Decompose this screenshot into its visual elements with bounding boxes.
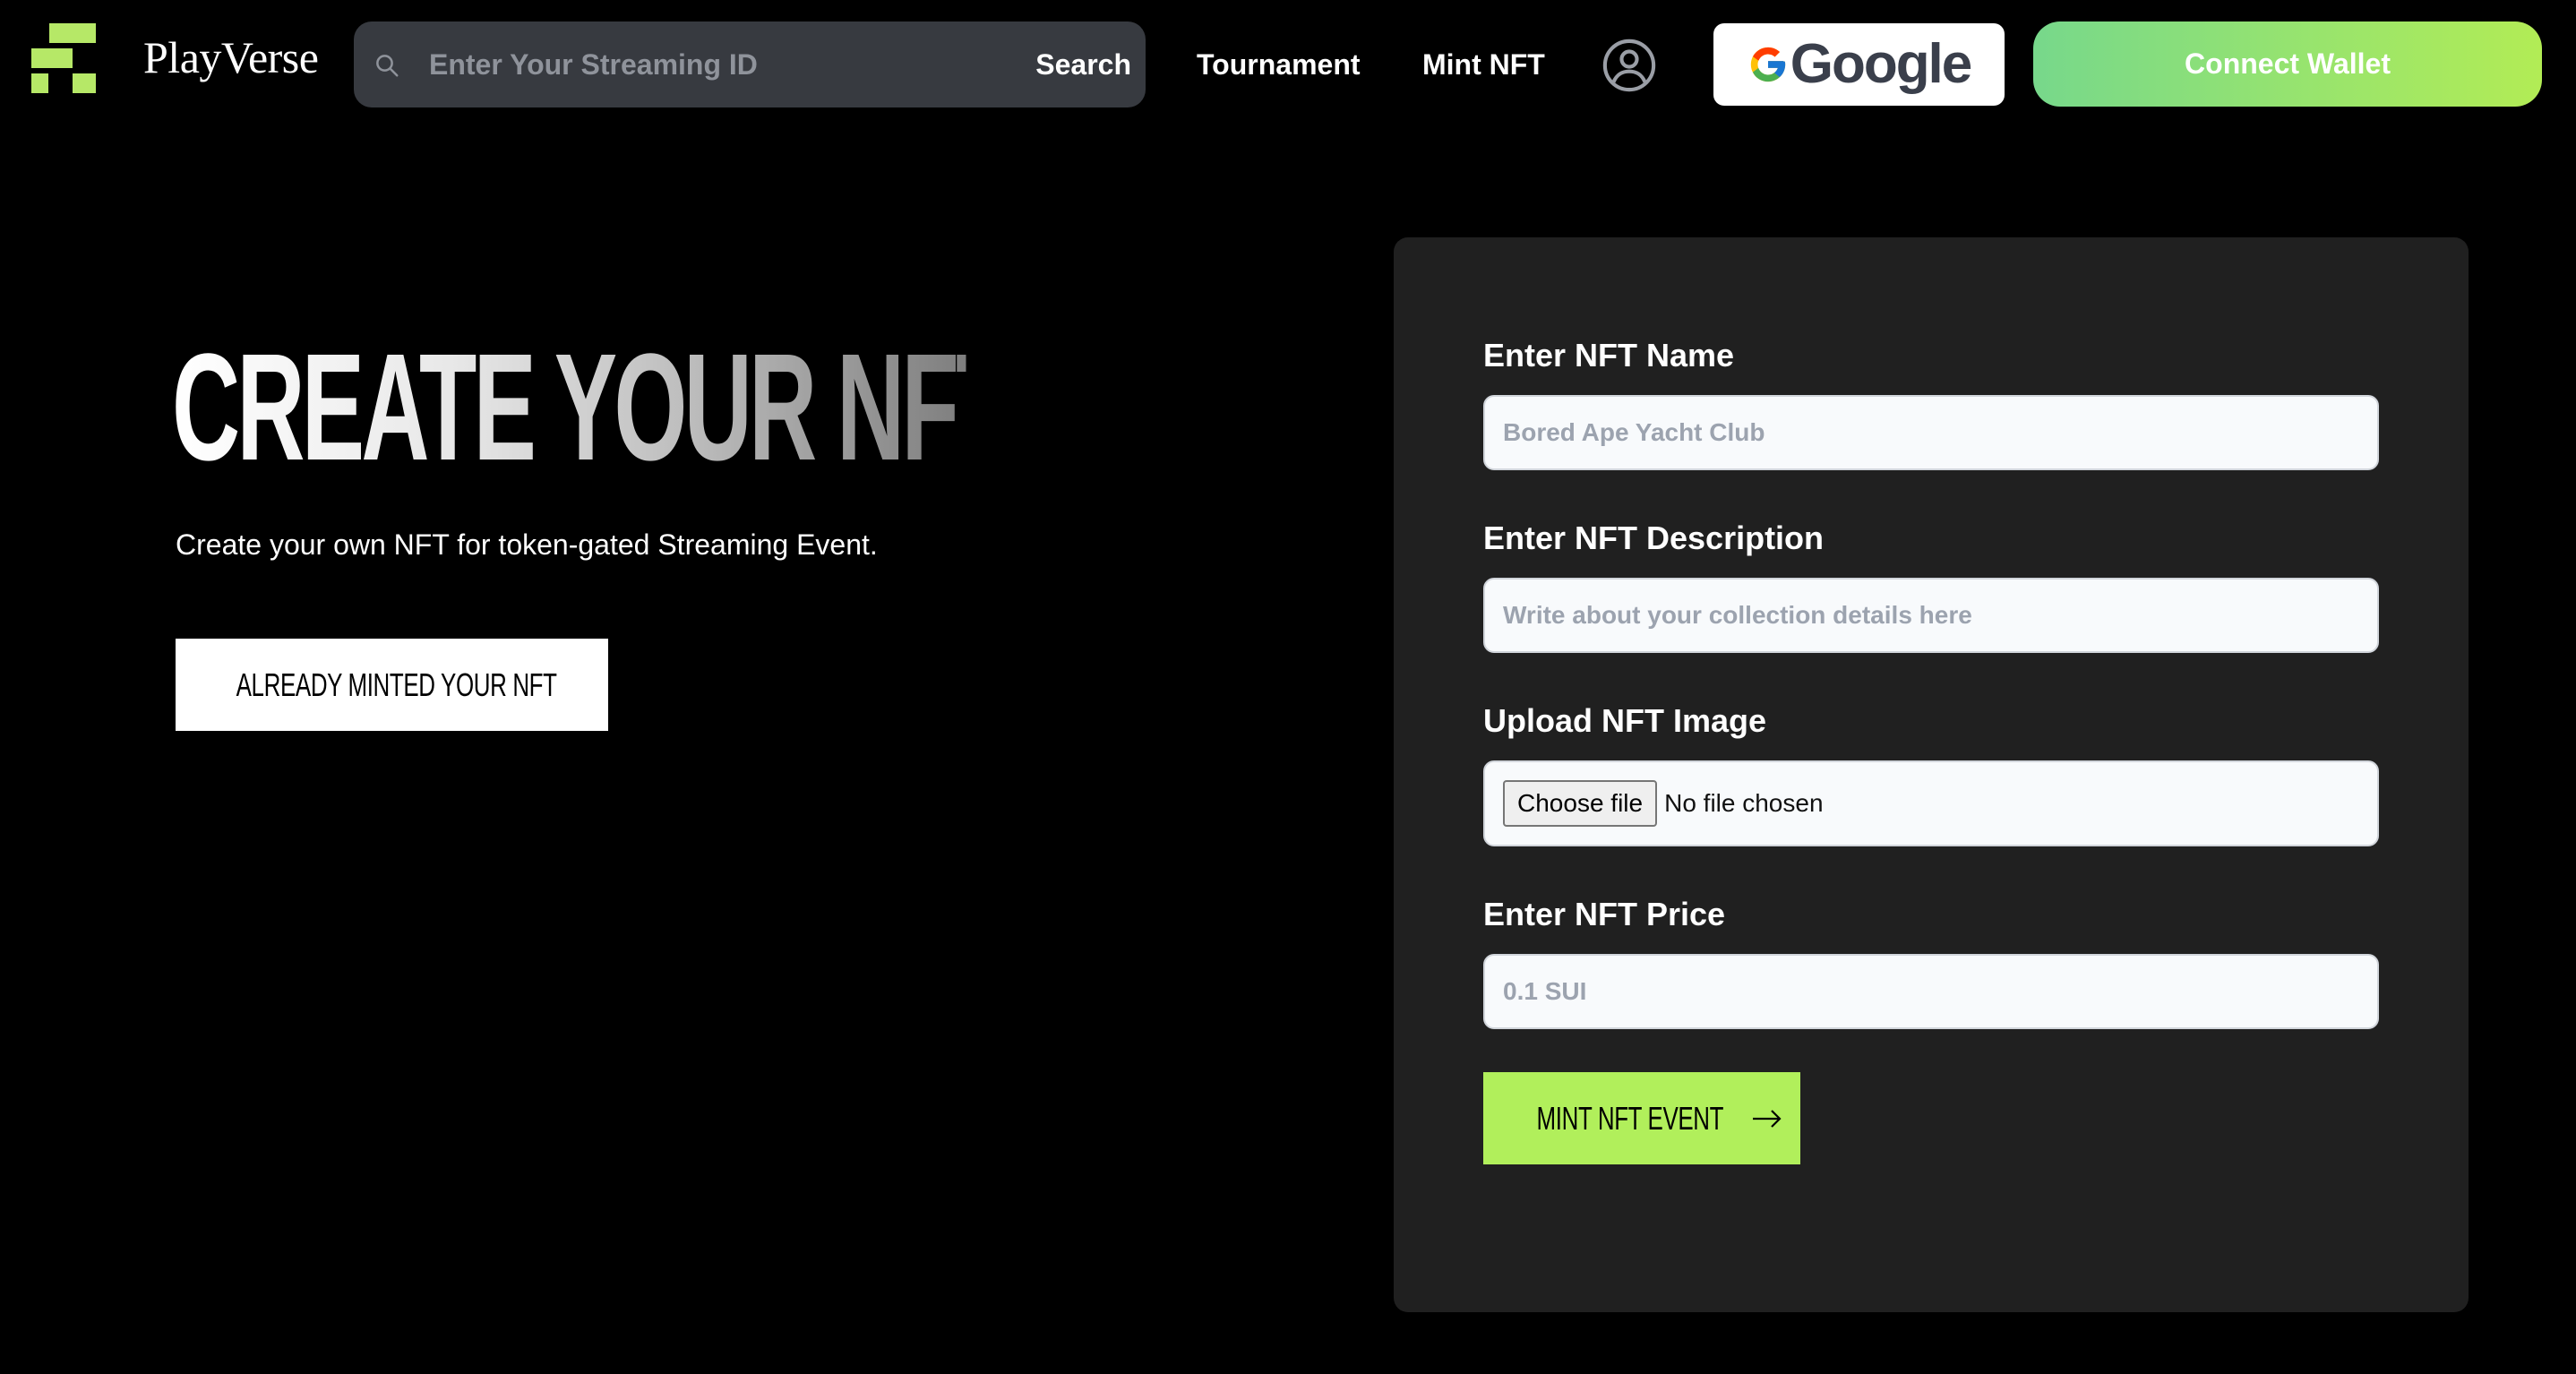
choose-file-button[interactable]: Choose file — [1503, 780, 1658, 827]
page-title: CREATE YOUR NFT — [172, 322, 1013, 493]
nft-price-label: Enter NFT Price — [1483, 896, 1726, 932]
search-bar: Search — [354, 21, 1146, 107]
nav-link-mint-nft[interactable]: Mint NFT — [1422, 43, 1545, 86]
file-status-text: No file chosen — [1664, 789, 1824, 817]
playverse-logo-icon[interactable] — [31, 23, 119, 93]
arrow-right-icon — [1752, 1109, 1782, 1128]
search-button[interactable]: Search — [1035, 21, 1131, 107]
nav-link-tournament[interactable]: Tournament — [1197, 43, 1361, 86]
nft-description-input[interactable] — [1483, 578, 2379, 653]
google-button-label: Google — [1790, 33, 1973, 95]
mint-nft-event-button[interactable]: MINT NFT EVENT — [1483, 1072, 1800, 1164]
google-sign-in-button[interactable]: Google — [1713, 23, 2005, 106]
connect-wallet-button[interactable]: Connect Wallet — [2033, 21, 2542, 107]
logo-block — [31, 73, 48, 93]
hero-subtitle: Create your own NFT for token-gated Stre… — [176, 528, 878, 561]
create-nft-form-card: Enter NFT Name Enter NFT Description Upl… — [1394, 237, 2469, 1312]
page: PlayVerse Search Tournament Mint NFT Goo… — [0, 0, 2576, 1374]
nft-image-label: Upload NFT Image — [1483, 702, 1767, 739]
brand-name[interactable]: PlayVerse — [143, 30, 319, 84]
nft-price-input[interactable] — [1483, 954, 2379, 1029]
search-icon — [376, 55, 399, 77]
streaming-id-search-input[interactable] — [429, 21, 984, 107]
logo-block — [31, 48, 73, 68]
user-circle-icon[interactable] — [1601, 38, 1657, 93]
google-g-icon — [1750, 47, 1785, 82]
nft-name-input[interactable] — [1483, 395, 2379, 470]
logo-block — [49, 23, 96, 43]
nft-image-file-input[interactable]: Choose file No file chosen — [1483, 760, 2379, 846]
nft-name-label: Enter NFT Name — [1483, 337, 1735, 374]
logo-block — [73, 73, 96, 93]
already-minted-button[interactable]: ALREADY MINTED YOUR NFT — [176, 639, 608, 731]
already-minted-label: ALREADY MINTED YOUR NFT — [236, 666, 557, 703]
nft-description-label: Enter NFT Description — [1483, 520, 1825, 556]
mint-nft-event-label: MINT NFT EVENT — [1536, 1099, 1724, 1137]
